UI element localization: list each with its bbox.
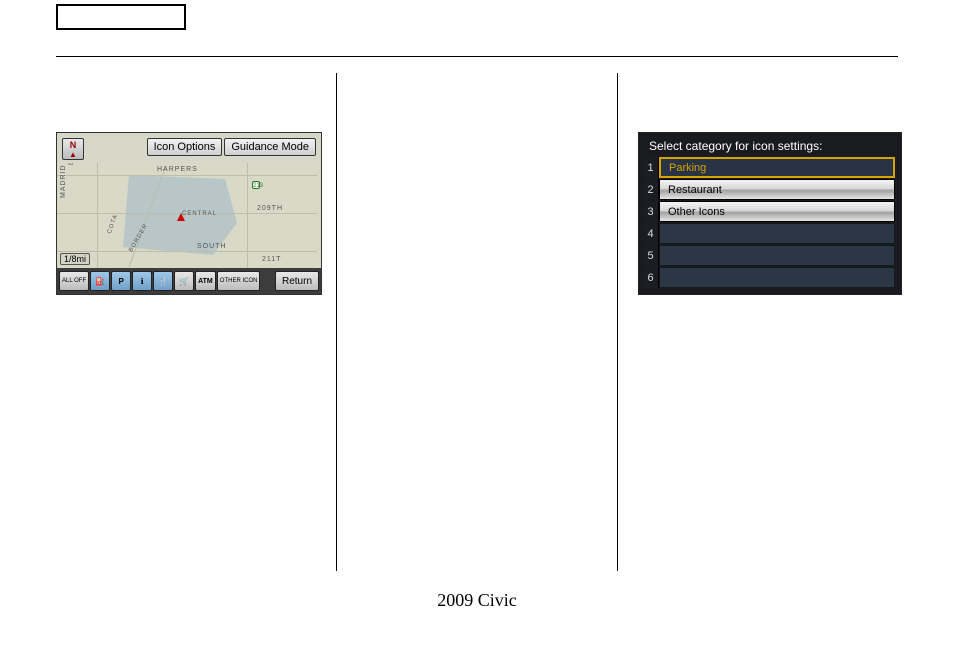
footer-vehicle-label: 2009 Civic: [0, 590, 954, 611]
parking-icon[interactable]: P: [111, 271, 131, 291]
info-icon[interactable]: ℹ: [132, 271, 152, 291]
street-label-south: SOUTH: [197, 243, 227, 250]
category-row-number: 1: [643, 157, 659, 178]
category-row-label: Other Icons: [659, 201, 895, 222]
all-off-button[interactable]: ALL OFF: [59, 271, 89, 291]
route-shield-icon: 213: [252, 181, 260, 189]
category-row-label: [659, 245, 895, 266]
map-toolbar: ALL OFF ⛽ P ℹ 🍴 🛒 ATM OTHER ICON Return: [57, 268, 321, 294]
other-icon-button[interactable]: OTHER ICON: [217, 271, 261, 291]
nav-map-screenshot: N Icon Options Guidance Mode HARPERS SOU…: [56, 132, 322, 295]
category-row[interactable]: 1Parking: [643, 157, 895, 178]
divider: [56, 56, 898, 57]
category-header: Select category for icon settings:: [649, 139, 895, 153]
guidance-mode-button[interactable]: Guidance Mode: [224, 138, 316, 156]
street-label-209th: 209TH: [257, 205, 283, 212]
category-row-label: [659, 267, 895, 288]
category-row: 4: [643, 223, 895, 244]
atm-icon[interactable]: ATM: [195, 271, 216, 291]
header-box: [56, 4, 186, 30]
restaurant-icon[interactable]: 🍴: [153, 271, 173, 291]
street-label-madrid: MADRID: [60, 164, 67, 198]
street-label-central: CENTRAL: [182, 211, 217, 217]
compass-button[interactable]: N: [62, 138, 84, 160]
category-rows: 1Parking2Restaurant3Other Icons456: [643, 157, 895, 288]
category-row-number: 3: [643, 201, 659, 222]
column-1: N Icon Options Guidance Mode HARPERS SOU…: [56, 73, 336, 571]
category-row-number: 4: [643, 223, 659, 244]
map-top-buttons: Icon Options Guidance Mode: [147, 138, 316, 156]
content-columns: N Icon Options Guidance Mode HARPERS SOU…: [56, 73, 898, 571]
street-label-be: BE: [69, 163, 75, 165]
category-list-screenshot: Select category for icon settings: 1Park…: [638, 132, 902, 295]
shopping-icon[interactable]: 🛒: [174, 271, 194, 291]
street-label-border: BORDER: [128, 223, 149, 253]
map-canvas: HARPERS SOUTH CENTRAL MADRID BE COTA BOR…: [57, 163, 321, 270]
category-row: 6: [643, 267, 895, 288]
category-row-number: 2: [643, 179, 659, 200]
category-row: 5: [643, 245, 895, 266]
category-row-label: Restaurant: [659, 179, 895, 200]
road-line: [57, 175, 317, 176]
vehicle-position-icon: [177, 213, 185, 221]
category-row-number: 5: [643, 245, 659, 266]
icon-options-button[interactable]: Icon Options: [147, 138, 223, 156]
category-row-number: 6: [643, 267, 659, 288]
category-row-label: Parking: [659, 157, 895, 178]
street-label-cota: COTA: [107, 213, 120, 234]
street-label-211t: 211T: [262, 256, 281, 263]
column-2: [337, 73, 617, 571]
map-scale[interactable]: 1/8mi: [60, 253, 90, 265]
category-row-label: [659, 223, 895, 244]
category-row[interactable]: 2Restaurant: [643, 179, 895, 200]
road-line: [57, 251, 317, 252]
category-row[interactable]: 3Other Icons: [643, 201, 895, 222]
column-3: Select category for icon settings: 1Park…: [618, 73, 898, 571]
gas-icon[interactable]: ⛽: [90, 271, 110, 291]
road-line: [97, 163, 98, 270]
return-button[interactable]: Return: [275, 271, 319, 291]
street-label-harpers: HARPERS: [157, 166, 198, 173]
road-line: [247, 163, 248, 270]
